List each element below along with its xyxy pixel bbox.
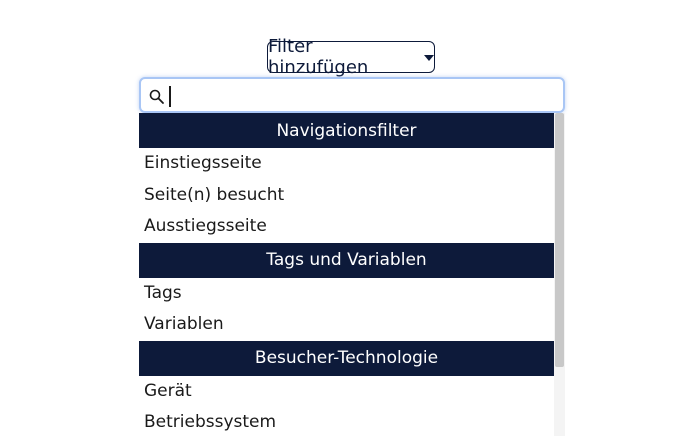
group-header-label: Besucher-Technologie [254,348,439,368]
option-operating-system[interactable]: Betriebssystem [139,407,554,436]
option-variables[interactable]: Variablen [139,309,554,341]
group-header-label: Tags und Variablen [266,250,427,270]
add-filter-label: Filter hinzufügen [268,36,369,78]
option-tags[interactable]: Tags [139,278,554,310]
group-header-navigation: Navigationsfilter [139,113,554,148]
scrollbar[interactable] [554,113,565,436]
option-exit-page[interactable]: Ausstiegsseite [139,211,554,243]
group-header-visitor-technology: Besucher-Technologie [139,340,554,376]
search-icon [149,89,164,104]
option-device[interactable]: Gerät [139,376,554,408]
filter-options-list: Navigationsfilter Einstiegsseite Seite(n… [139,113,554,436]
caret-down-icon [424,55,434,61]
group-header-tags-variables: Tags und Variablen [139,242,554,278]
option-entry-page[interactable]: Einstiegsseite [139,148,554,180]
filter-dropdown: Navigationsfilter Einstiegsseite Seite(n… [139,77,565,436]
filter-search-input[interactable] [169,84,549,106]
scrollbar-thumb[interactable] [555,113,564,367]
text-cursor [169,86,171,107]
group-header-label: Navigationsfilter [276,120,417,141]
filter-search-box[interactable] [139,77,565,113]
add-filter-button[interactable]: Filter hinzufügen [267,36,435,78]
option-pages-visited[interactable]: Seite(n) besucht [139,180,554,212]
page: Filter hinzufügen Navigationsfilter Eins… [0,0,700,436]
